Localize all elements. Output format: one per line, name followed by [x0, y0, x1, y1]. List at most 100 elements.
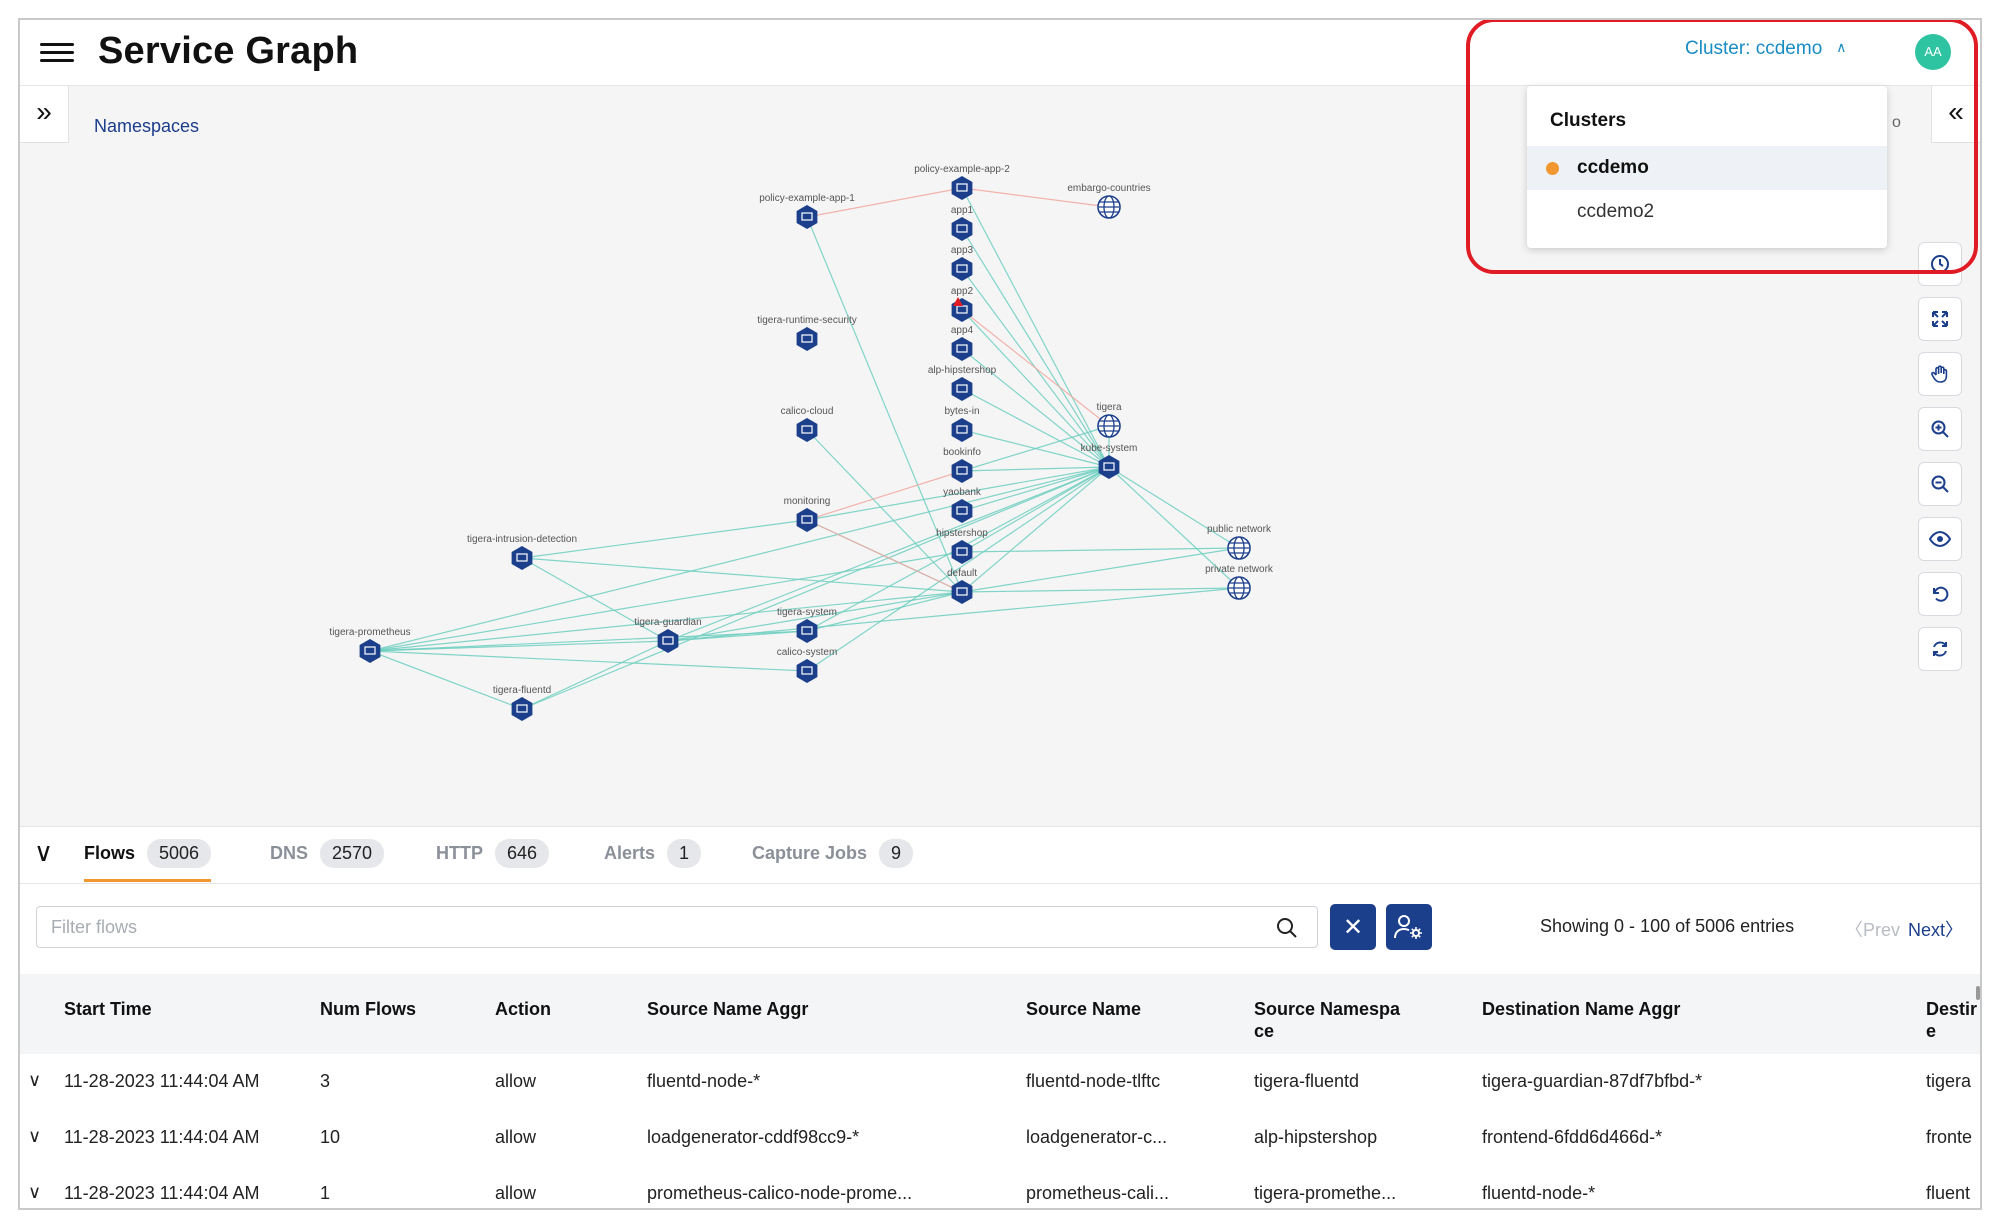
eye-icon[interactable] — [1918, 517, 1962, 561]
prev-page-button[interactable]: 〈Prev — [1845, 916, 1900, 942]
graph-node[interactable]: monitoring — [784, 496, 831, 532]
table-header: Start Time Num Flows Action Source Name … — [20, 974, 1980, 1054]
expand-row-icon[interactable]: ∨ — [28, 1070, 41, 1091]
cell-start-time: 11-28-2023 11:44:04 AM — [64, 1183, 260, 1203]
chevron-left-icon: 〈 — [1845, 920, 1863, 940]
table-row[interactable]: ∨ 11-28-2023 11:44:04 AM 1 allow prometh… — [20, 1166, 1980, 1208]
collapse-panel-down-icon[interactable]: ∨ — [34, 837, 53, 868]
graph-node[interactable]: app3 — [951, 245, 974, 281]
column-header-label: Destination Name Aggr — [1482, 999, 1681, 1019]
graph-node[interactable]: tigera-fluentd — [493, 685, 551, 721]
cell-destination-name-aggr: fluentd-node-* — [1482, 1183, 1596, 1203]
graph-node-label: public network — [1207, 524, 1272, 535]
graph-edge — [1108, 466, 1240, 549]
cell-start-time: 11-28-2023 11:44:04 AM — [64, 1127, 260, 1147]
cell-source-name-aggr: loadgenerator-cddf98cc9-* — [647, 1127, 860, 1147]
graph-node[interactable]: bookinfo — [943, 447, 981, 483]
graph-node[interactable]: calico-cloud — [781, 406, 834, 442]
expand-row-icon[interactable]: ∨ — [28, 1126, 41, 1147]
column-header-destination-namespace[interactable]: Destir e — [1926, 998, 1977, 1042]
user-settings-icon — [1394, 915, 1422, 939]
column-header-num-flows[interactable]: Num Flows — [320, 998, 416, 1020]
tab-count: 9 — [879, 839, 914, 868]
cell-action: allow — [495, 1071, 537, 1091]
menu-icon[interactable] — [40, 38, 74, 66]
column-header-source-namespace[interactable]: Source Namespa ce — [1254, 998, 1400, 1042]
column-header-source-name-aggr[interactable]: Source Name Aggr — [647, 998, 808, 1020]
tab-count: 646 — [495, 839, 550, 868]
graph-node[interactable]: bytes-in — [944, 406, 980, 442]
tab-capture-jobs[interactable]: Capture Jobs 9 — [752, 839, 914, 868]
cell-num-flows: 3 — [320, 1071, 331, 1091]
table-row[interactable]: ∨ 11-28-2023 11:44:04 AM 3 allow fluentd… — [20, 1054, 1980, 1111]
graph-node[interactable]: calico-system — [777, 647, 838, 683]
fit-screen-icon[interactable] — [1918, 297, 1962, 341]
zoom-out-icon[interactable] — [1918, 462, 1962, 506]
graph-node-label: alp-hipstershop — [928, 365, 997, 376]
graph-edge — [369, 650, 808, 672]
graph-node[interactable]: embargo-countries — [1067, 183, 1151, 219]
horizontal-scrollbar[interactable] — [1976, 986, 1980, 1000]
column-header-destination-name-aggr[interactable]: Destination Name Aggr — [1482, 998, 1680, 1020]
tab-count: 5006 — [147, 839, 212, 868]
graph-node-label: bytes-in — [944, 406, 979, 417]
chevron-right-icon: 〉 — [1945, 920, 1964, 940]
graph-edge — [961, 228, 1110, 468]
graph-node-label: app3 — [951, 245, 974, 256]
graph-node-label: bookinfo — [943, 447, 981, 458]
graph-node-label: monitoring — [784, 496, 831, 507]
undo-icon[interactable] — [1918, 572, 1962, 616]
table-row[interactable]: ∨ 11-28-2023 11:44:04 AM 10 allow loadge… — [20, 1110, 1980, 1167]
column-header-start-time[interactable]: Start Time — [64, 998, 152, 1020]
cell-destination-namespace: fronte — [1926, 1127, 1973, 1147]
column-header-action[interactable]: Action — [495, 998, 551, 1020]
cell-source-name-aggr: fluentd-node-* — [647, 1071, 761, 1091]
graph-edge — [961, 547, 1240, 593]
hand-pan-icon[interactable] — [1918, 352, 1962, 396]
column-header-label: Source Name Aggr — [647, 999, 809, 1019]
tab-alerts[interactable]: Alerts 1 — [604, 839, 702, 868]
graph-node-label: calico-system — [777, 647, 838, 658]
graph-node[interactable]: app4 — [951, 325, 974, 361]
filter-flows-input[interactable] — [36, 906, 1318, 948]
column-header-source-name[interactable]: Source Name — [1026, 998, 1141, 1020]
highlight-annotation — [1466, 20, 1978, 274]
expand-row-icon[interactable]: ∨ — [28, 1182, 41, 1203]
expand-panel-icon[interactable]: » — [20, 86, 69, 143]
graph-node[interactable]: app1 — [951, 205, 974, 241]
graph-node-label: tigera-intrusion-detection — [467, 534, 577, 545]
graph-node-label: policy-example-app-2 — [914, 164, 1010, 175]
graph-node[interactable]: tigera-intrusion-detection — [467, 534, 577, 570]
graph-node[interactable]: yaobank — [943, 487, 982, 523]
graph-node[interactable]: private network — [1205, 564, 1274, 600]
graph-node[interactable]: tigera-prometheus — [329, 627, 411, 663]
cell-action: allow — [495, 1127, 537, 1147]
zoom-in-icon[interactable] — [1918, 407, 1962, 451]
cell-source-name: prometheus-cali... — [1026, 1183, 1170, 1203]
graph-node[interactable]: hipstershop — [936, 528, 988, 564]
graph-node[interactable]: kube-system — [1081, 443, 1138, 479]
graph-node[interactable]: tigera-guardian — [634, 617, 702, 653]
graph-node-label: private network — [1205, 564, 1274, 575]
graph-node[interactable]: tigera-runtime-security — [757, 315, 857, 351]
refresh-icon[interactable] — [1918, 627, 1962, 671]
column-header-label: Destir — [1926, 999, 1978, 1019]
graph-node[interactable]: default — [947, 568, 977, 604]
tab-flows[interactable]: Flows 5006 — [84, 839, 212, 882]
clear-filter-button[interactable]: ✕ — [1330, 904, 1376, 950]
graph-node[interactable]: tigera — [1096, 402, 1122, 438]
graph-node[interactable]: tigera-system — [777, 607, 837, 643]
graph-node[interactable]: public network — [1207, 524, 1272, 560]
tab-http[interactable]: HTTP 646 — [436, 839, 550, 868]
breadcrumb-namespaces[interactable]: Namespaces — [94, 116, 199, 137]
search-icon[interactable] — [1275, 916, 1299, 940]
column-settings-button[interactable] — [1386, 904, 1432, 950]
page-title: Service Graph — [98, 30, 359, 72]
graph-edge — [806, 429, 963, 593]
cell-source-name-aggr: prometheus-calico-node-prome... — [647, 1183, 913, 1203]
next-page-button[interactable]: Next〉 — [1908, 916, 1963, 942]
prev-label: Prev — [1863, 920, 1901, 940]
graph-node[interactable]: alp-hipstershop — [928, 365, 997, 401]
graph-node-label: kube-system — [1081, 443, 1138, 454]
tab-dns[interactable]: DNS 2570 — [270, 839, 385, 868]
